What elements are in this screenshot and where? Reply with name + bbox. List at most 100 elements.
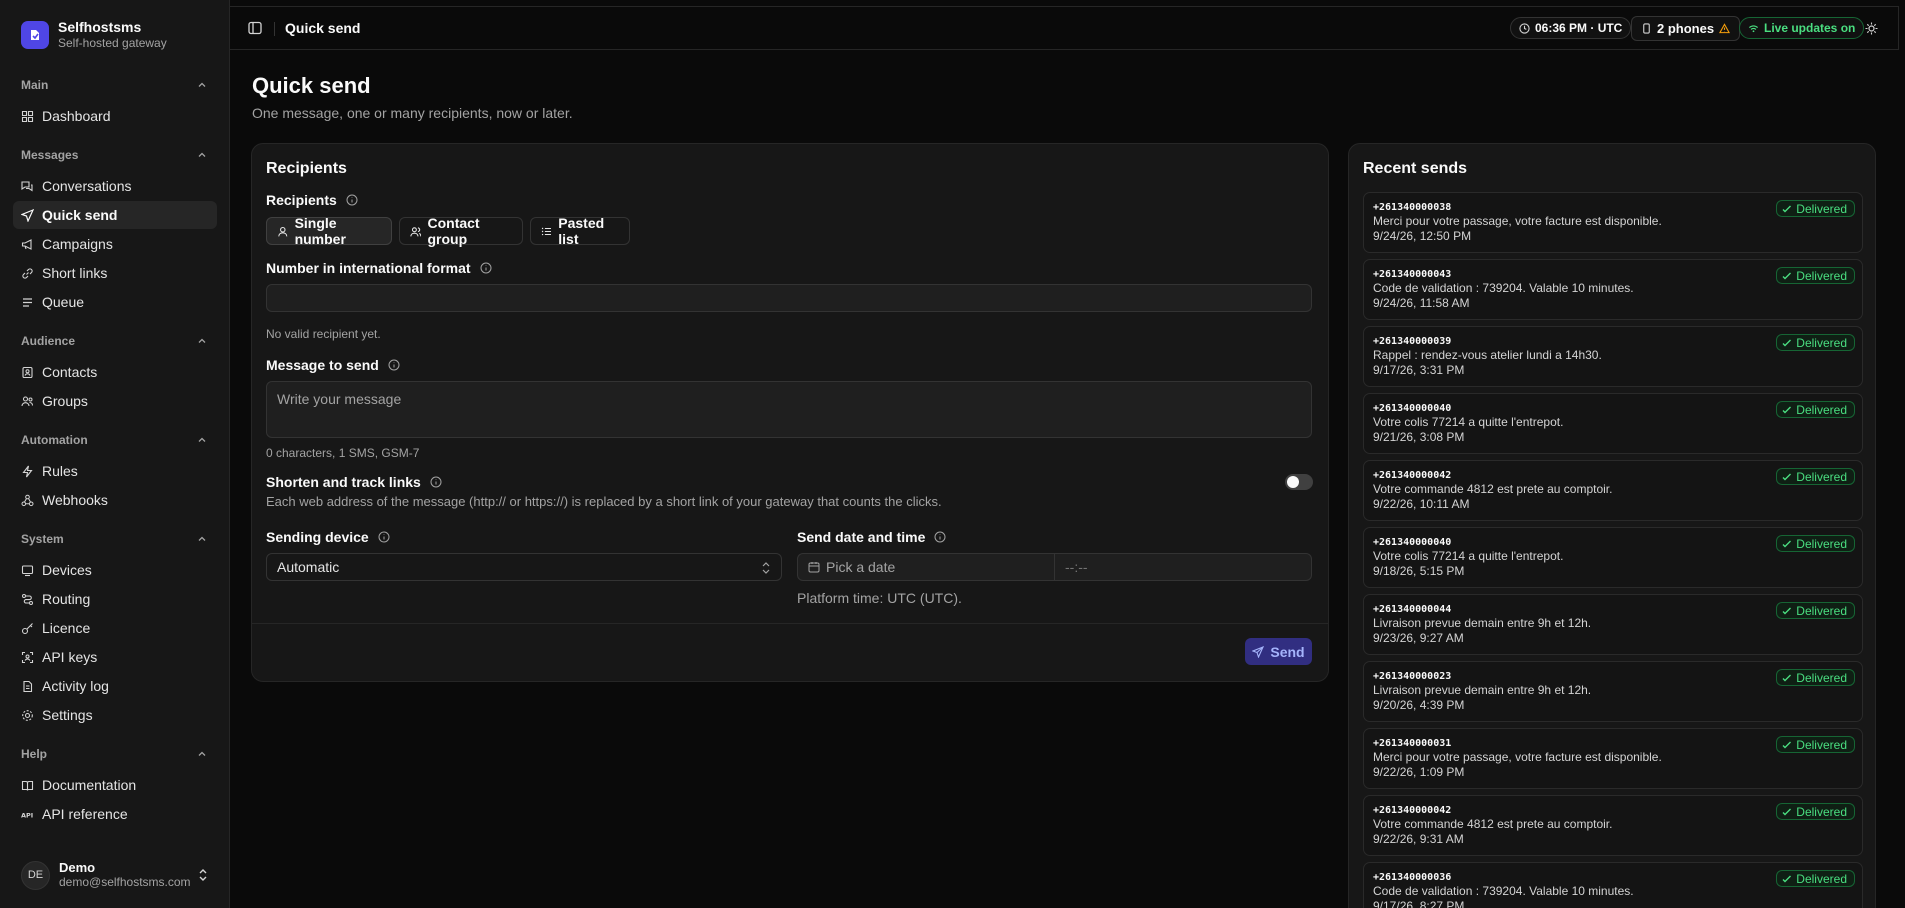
sidebar-item-activity-log[interactable]: Activity log [13,672,217,700]
shorten-toggle[interactable] [1285,474,1313,490]
nav-section-header[interactable]: Audience [13,330,217,352]
sidebar-item-licence[interactable]: Licence [13,614,217,642]
sidebar-item-settings[interactable]: Settings [13,701,217,729]
routing-icon [21,593,34,606]
sidebar-item-devices[interactable]: Devices [13,556,217,584]
recent-send-item[interactable]: +261340000031 Merci pour votre passage, v… [1363,728,1863,789]
send-icon [21,208,34,222]
nav-gap [13,317,217,330]
sidebar: Selfhostsms Self-hosted gateway Main Dash… [0,0,230,908]
sidebar-item-webhooks[interactable]: Webhooks [13,486,217,514]
nav-section-header[interactable]: System [13,528,217,550]
date-picker[interactable]: Pick a date [797,553,1055,581]
recent-send-item[interactable]: +261340000042 Votre commande 4812 est pre… [1363,795,1863,856]
number-input[interactable] [266,284,1312,312]
info-icon[interactable] [480,262,492,274]
info-icon[interactable] [430,476,442,488]
time-text: 06:36 PM · UTC [1535,21,1623,35]
status-badge-text: Delivered [1796,536,1847,551]
status-badge: Delivered [1776,267,1855,284]
user-icon [278,226,288,236]
number-label-text: Number in international format [266,260,471,276]
chevron-up-icon [198,82,206,87]
mode-pasted-list-label: Pasted list [558,215,605,247]
book-icon [21,779,34,792]
message-meta: 0 characters, 1 SMS, GSM-7 [266,446,420,460]
recent-send-item[interactable]: +261340000040 Votre colis 77214 a quitte … [1363,527,1863,588]
info-icon[interactable] [346,194,358,206]
shorten-label: Shorten and track links [266,474,442,490]
message-textarea[interactable]: Write your message [266,381,1312,438]
sidebar-item-campaigns[interactable]: Campaigns [13,230,217,258]
send-button[interactable]: Send [1245,638,1312,665]
brand-title: Selfhostsms [58,19,142,35]
recipients-label-text: Recipients [266,192,337,208]
brand-subtitle: Self-hosted gateway [58,36,167,50]
recent-send-date: 9/24/26, 12:50 PM [1373,229,1472,243]
mode-single-number[interactable]: Single number [266,215,392,247]
check-icon [1782,272,1792,279]
status-badge-text: Delivered [1796,402,1847,417]
recent-send-item[interactable]: +261340000036 Code de validation : 739204… [1363,862,1863,908]
topbar-divider [274,22,275,36]
recent-send-item[interactable]: +261340000038 Merci pour votre passage, v… [1363,192,1863,253]
api-icon: API [21,808,34,821]
sidebar-item-rules[interactable]: Rules [13,457,217,485]
nav-section-header[interactable]: Automation [13,429,217,451]
bolt-icon [21,465,34,478]
check-icon [1782,339,1792,346]
phones-button[interactable]: 2 phones [1631,16,1741,41]
nav-gap [13,515,217,528]
sidebar-item-conversations[interactable]: Conversations [13,172,217,200]
sidebar-item-api-keys[interactable]: API keys [13,643,217,671]
conversations-icon [21,180,34,193]
sidebar-item-dashboard[interactable]: Dashboard [13,102,217,130]
shorten-label-text: Shorten and track links [266,474,421,490]
recent-send-date: 9/21/26, 3:08 PM [1373,430,1465,444]
recent-send-item[interactable]: +261340000023 Livraison prevue demain ent… [1363,661,1863,722]
sun-icon[interactable] [1865,22,1878,35]
nav-gap [13,730,217,743]
recent-send-item[interactable]: +261340000042 Votre commande 4812 est pre… [1363,460,1863,521]
recent-send-item[interactable]: +261340000044 Livraison prevue demain ent… [1363,594,1863,655]
status-badge: Delivered [1776,736,1855,753]
sidebar-item-quick-send[interactable]: Quick send [13,201,217,229]
device-select[interactable]: Automatic [266,553,782,581]
sidebar-item-label: Routing [42,591,91,607]
sidebar-item-groups[interactable]: Groups [13,387,217,415]
live-updates-badge[interactable]: Live updates on [1739,17,1865,39]
info-icon[interactable] [934,531,946,543]
key-icon [21,622,34,635]
sidebar-item-short-links[interactable]: Short links [13,259,217,287]
mode-pasted-list[interactable]: Pasted list [530,215,630,247]
link-icon [21,267,34,280]
nav-section-title: Audience [21,334,76,348]
sidebar-item-routing[interactable]: Routing [13,585,217,613]
nav-section-header[interactable]: Messages [13,144,217,166]
info-icon[interactable] [378,531,390,543]
recent-send-item[interactable]: +261340000039 Rappel : rendez-vous atelie… [1363,326,1863,387]
mode-contact-group[interactable]: Contact group [399,215,523,247]
nav-section-header[interactable]: Help [13,743,217,765]
recent-send-item[interactable]: +261340000043 Code de validation : 739204… [1363,259,1863,320]
chevron-up-icon [198,536,206,541]
nav-gap [13,416,217,429]
recent-send-date: 9/22/26, 1:09 PM [1373,765,1465,779]
brand[interactable]: Selfhostsms Self-hosted gateway [21,19,167,50]
sidebar-item-documentation[interactable]: Documentation [13,771,217,799]
recent-send-item[interactable]: +261340000040 Votre colis 77214 a quitte … [1363,393,1863,454]
nav-section-header[interactable]: Main [13,74,217,96]
info-icon[interactable] [388,359,400,371]
nav-gap [13,131,217,144]
sidebar-item-queue[interactable]: Queue [13,288,217,316]
time-input[interactable]: --:-- [1054,553,1312,581]
nav-section-system: System Devices Routing Licence API keys Activ… [13,528,217,729]
user-menu[interactable]: DE Demo demo@selfhostsms.com [21,860,209,890]
send-button-label: Send [1270,643,1305,660]
sidebar-item-contacts[interactable]: Contacts [13,358,217,386]
sidebar-item-label: Groups [42,393,88,409]
check-icon [1782,674,1792,681]
status-badge-text: Delivered [1796,670,1847,685]
sidebar-toggle-icon[interactable] [248,21,262,35]
sidebar-item-api-reference[interactable]: API API reference [13,800,217,828]
